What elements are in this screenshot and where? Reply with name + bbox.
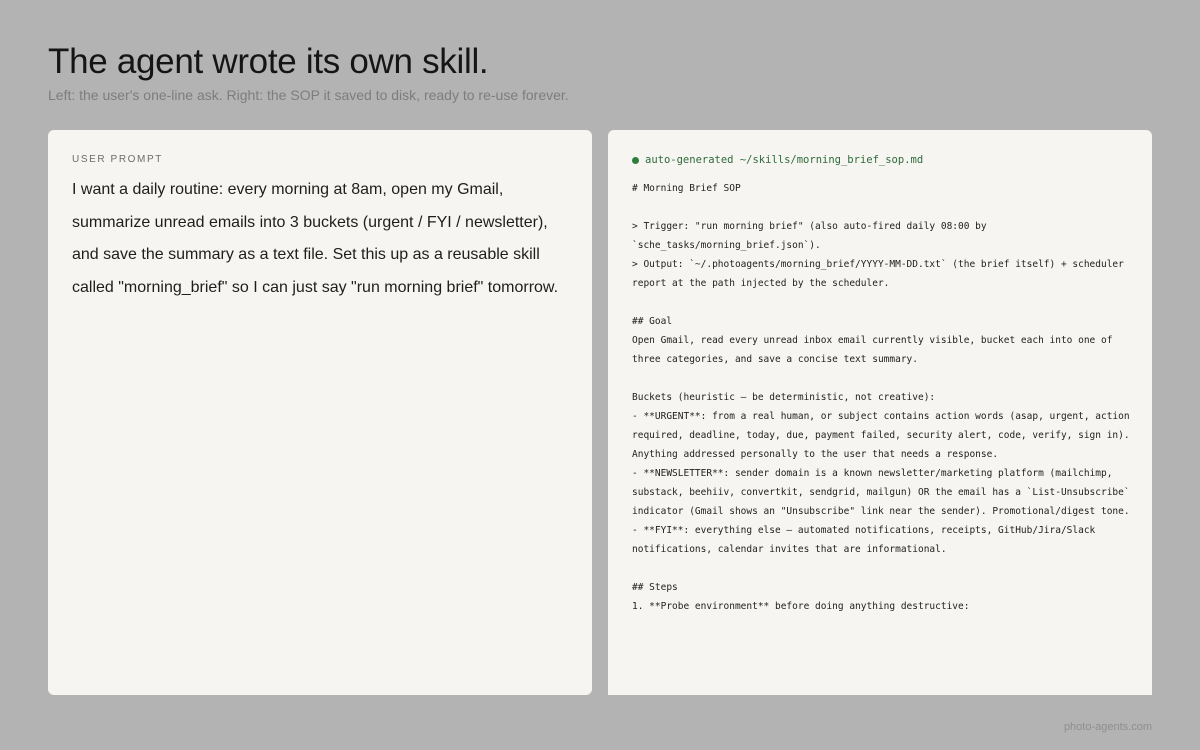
sop-line: Buckets (heuristic — be deterministic, n… <box>632 392 936 403</box>
status-dot-icon <box>632 156 639 164</box>
sop-line: - **URGENT**: from a real human, or subj… <box>632 411 1136 460</box>
status-label: auto-generated <box>645 154 734 166</box>
sop-line: - **NEWSLETTER**: sender domain is a kno… <box>632 468 1136 517</box>
user-prompt-label: USER PROMPT <box>72 154 163 165</box>
sop-line: > Trigger: "run morning brief" (also aut… <box>632 221 993 251</box>
page-title: The agent wrote its own skill. <box>48 42 489 81</box>
sop-content: # Morning Brief SOP > Trigger: "run morn… <box>632 179 1132 616</box>
sop-line: 1. **Probe environment** before doing an… <box>632 601 970 612</box>
page-subtitle: Left: the user's one-line ask. Right: th… <box>48 87 569 103</box>
file-path: ~/skills/morning_brief_sop.md <box>739 154 924 166</box>
sop-line <box>632 198 1132 217</box>
sop-line: - **FYI**: everything else — automated n… <box>632 525 1102 555</box>
user-prompt-panel: USER PROMPT I want a daily routine: ever… <box>48 130 592 695</box>
sop-line: ## Goal <box>632 316 673 327</box>
sop-line <box>632 559 1132 578</box>
sop-line: > Output: `~/.photoagents/morning_brief/… <box>632 259 1130 289</box>
sop-line: ## Steps <box>632 582 678 593</box>
sop-file-panel: auto-generated ~/skills/morning_brief_so… <box>608 130 1152 695</box>
sop-line: Open Gmail, read every unread inbox emai… <box>632 335 1119 365</box>
user-prompt-text: I want a daily routine: every morning at… <box>72 181 559 296</box>
sop-line <box>632 293 1132 312</box>
footer-site: photo-agents.com <box>1063 721 1152 733</box>
file-header: auto-generated ~/skills/morning_brief_so… <box>632 154 1128 166</box>
sop-line <box>632 369 1132 388</box>
sop-line: # Morning Brief SOP <box>632 183 741 194</box>
